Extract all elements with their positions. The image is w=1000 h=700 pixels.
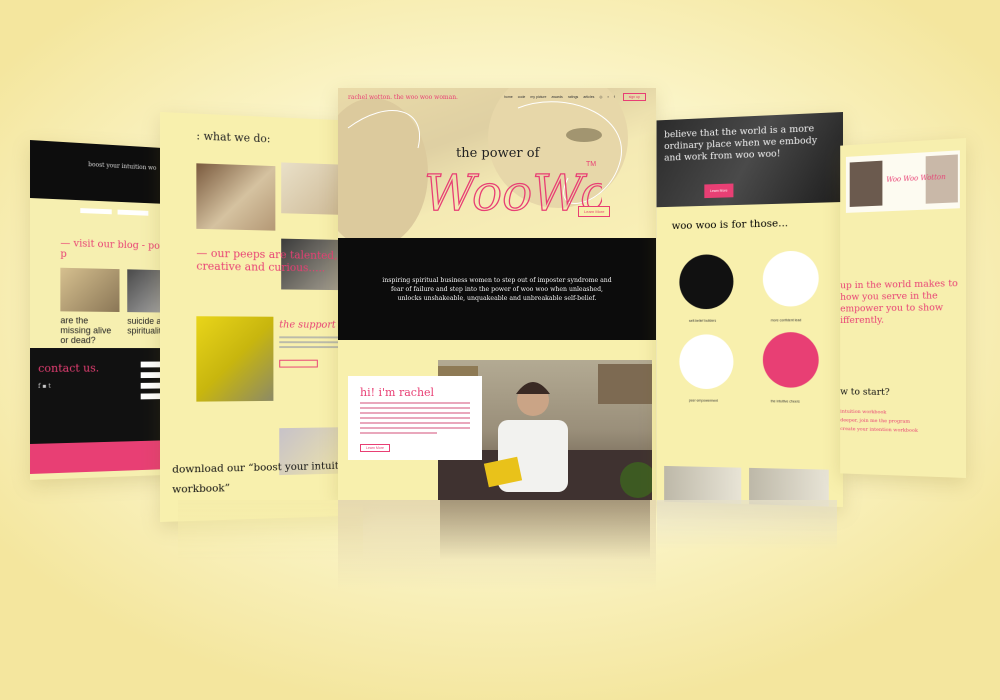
team-description: — our peeps are talented, creative and c… (196, 246, 338, 275)
header-block: Woo Woo Wotton (845, 150, 960, 213)
circle-caption: the intuitive cheers (770, 399, 800, 404)
banner-text: believe that the world is a more ordinar… (664, 123, 818, 164)
intro-text (360, 402, 470, 434)
about-page-preview: believe that the world is a more ordinar… (656, 112, 843, 507)
intro-title: hi! i'm rachel (360, 386, 435, 399)
audience-circle (762, 332, 819, 388)
hero-learn-more-button[interactable]: Learn More (578, 206, 611, 217)
post-image (60, 267, 120, 313)
team-photo (196, 163, 276, 231)
workbook-photo (196, 316, 274, 402)
photo-thumb (849, 160, 883, 207)
mission-text: inspiring spiritual business women to st… (382, 277, 612, 302)
steps-list: intuition workbook deeper, join me the p… (840, 408, 918, 436)
nav-link[interactable]: code (518, 95, 526, 99)
woowoo-script-logo: WooWoo TM (423, 161, 602, 222)
banner-button[interactable]: Learn More (704, 183, 734, 199)
audience-circle (679, 254, 734, 310)
audience-circle (762, 250, 819, 307)
navbar: rachel wotton. the woo woo woman. home c… (338, 88, 656, 106)
intro-card: hi! i'm rachel Learn More (348, 376, 482, 460)
nav-link[interactable]: awards (552, 95, 563, 99)
serve-text: up in the world makes to how you serve i… (840, 278, 958, 326)
post-title: are the missing alive or dead? (60, 315, 112, 346)
circle-caption: self-belief builders (688, 318, 717, 323)
contact-page-preview: Woo Woo Wotton up in the world makes to … (840, 138, 966, 478)
nav-link[interactable]: articles (583, 95, 594, 99)
floor-reflection (0, 500, 1000, 700)
hero-title: boost your intuition wo (88, 161, 157, 172)
nav-link[interactable]: ratings (568, 95, 579, 99)
belief-banner: believe that the world is a more ordinar… (656, 112, 843, 208)
instagram-icon[interactable]: ◎ (599, 95, 602, 99)
circle-caption: more confident lead (770, 318, 802, 323)
nav-link[interactable]: my picture (530, 95, 546, 99)
audience-heading: woo woo is for those... (671, 217, 789, 232)
audience-circle (679, 334, 734, 390)
svg-text:TM: TM (586, 161, 596, 168)
intro-learn-more-button[interactable]: Learn More (360, 444, 390, 452)
blog-post-card[interactable]: are the missing alive or dead? (60, 267, 120, 346)
download-heading: download our “boost your intuition workb… (172, 459, 355, 496)
signup-button[interactable]: sign up (622, 93, 646, 101)
step-item[interactable]: create your intention workbook (840, 425, 918, 436)
mission-section: inspiring spiritual business women to st… (338, 238, 656, 340)
nav-link[interactable]: home (504, 95, 513, 99)
linkedin-icon[interactable]: ▪ (607, 95, 608, 99)
brand-logo[interactable]: rachel wotton. the woo woo woman. (348, 94, 504, 101)
how-to-start-heading: w to start? (840, 386, 890, 398)
support-button[interactable] (279, 359, 318, 368)
facebook-icon[interactable]: f (614, 95, 615, 99)
circle-caption: peer empowerment (688, 398, 719, 403)
home-page-preview: rachel wotton. the woo woo woman. home c… (338, 88, 656, 500)
portrait-thumbnails (664, 465, 829, 507)
svg-text:WooWoo: WooWoo (424, 164, 602, 222)
services-page-preview: : what we do: — our peeps are talented, … (160, 112, 361, 522)
section-title: : what we do: (196, 129, 271, 146)
